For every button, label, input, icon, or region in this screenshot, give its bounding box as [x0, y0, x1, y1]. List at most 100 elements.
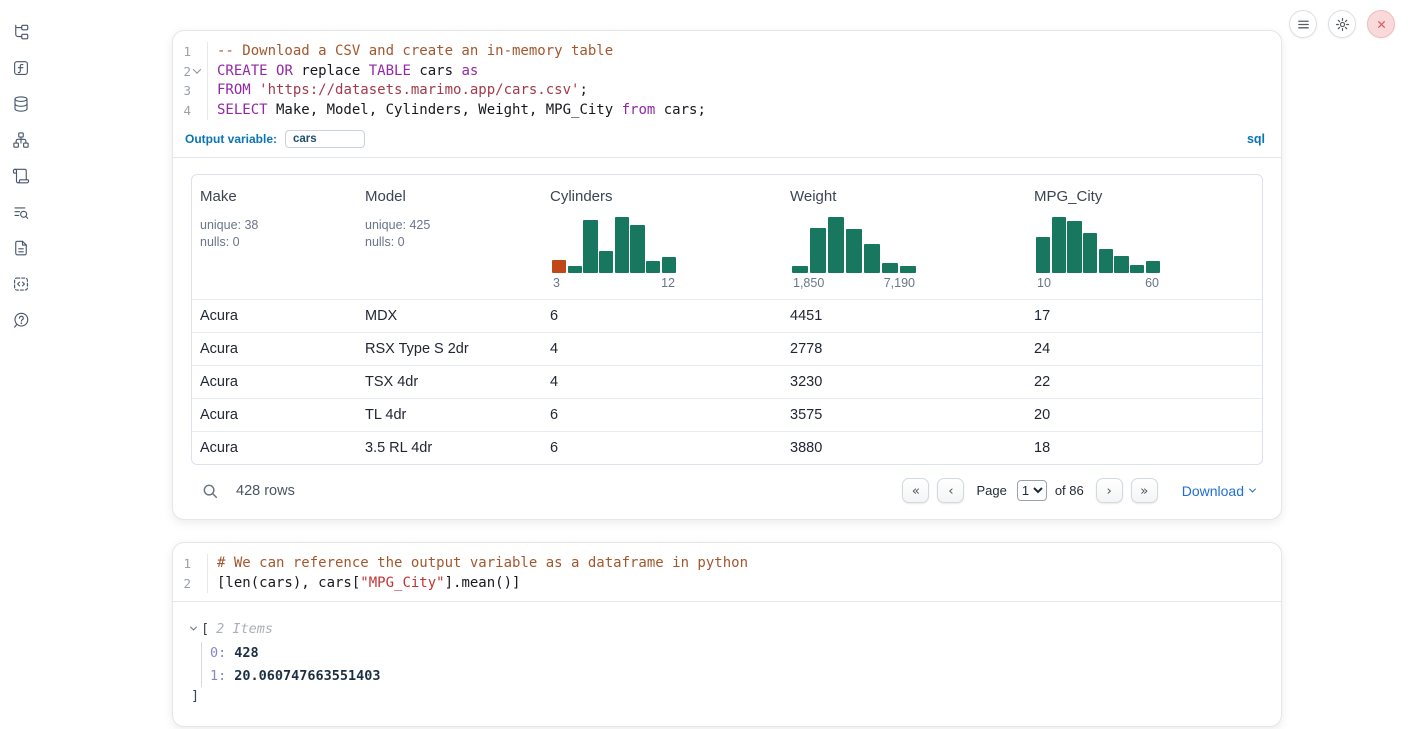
fold-chevron-icon[interactable]: [191, 68, 203, 74]
code-text: # We can reference the output variable a…: [217, 554, 748, 574]
line-number: 1: [173, 42, 191, 62]
table-column-header: Make unique: 38nulls: 0: [192, 175, 357, 299]
table-row: AcuraTL 4dr6357520: [192, 398, 1262, 431]
histogram-bar: [662, 257, 676, 273]
download-button[interactable]: Download: [1182, 483, 1255, 499]
scratchpad-icon[interactable]: [12, 167, 30, 185]
table-cell: 2778: [782, 341, 1026, 357]
notebook-area: 1 -- Download a CSV and create an in-memo…: [172, 0, 1282, 727]
menu-icon: [1296, 17, 1311, 32]
page-label: Page: [976, 483, 1006, 498]
histogram-bar: [583, 220, 597, 273]
help-icon[interactable]: [12, 311, 30, 329]
table-header: Make unique: 38nulls: 0 Model unique: 425 nu…: [192, 175, 1262, 299]
python-code-editor[interactable]: 1# We can reference the output variable …: [173, 543, 1281, 601]
menu-button[interactable]: [1289, 10, 1317, 38]
functions-icon[interactable]: [12, 59, 30, 77]
histogram-bar: [1083, 233, 1097, 273]
settings-button[interactable]: [1328, 10, 1356, 38]
last-page-button[interactable]: »: [1131, 478, 1158, 503]
output-variable-row: Output variable: sql: [173, 128, 1281, 158]
histogram-bar: [900, 266, 916, 273]
histogram-bar: [1130, 265, 1144, 273]
table-cell: 3575: [782, 407, 1026, 423]
column-stats: unique: 38nulls: 0: [200, 217, 349, 250]
code-text: -- Download a CSV and create an in-memor…: [217, 42, 613, 62]
shutdown-icon: [1375, 18, 1388, 31]
collapse-chevron-icon[interactable]: [191, 626, 196, 631]
previous-page-button[interactable]: ‹: [937, 478, 964, 503]
histogram-bar: [1146, 261, 1160, 273]
column-histogram: 1060: [1036, 217, 1160, 290]
line-number: 4: [173, 101, 191, 121]
column-name[interactable]: Model: [365, 188, 534, 205]
column-name[interactable]: MPG_City: [1034, 188, 1254, 205]
histogram-max-label: 7,190: [884, 276, 915, 290]
table-cell: 4451: [782, 308, 1026, 324]
table-cell: TSX 4dr: [357, 374, 542, 390]
settings-icon: [1335, 17, 1350, 32]
code-text: CREATE OR replace TABLE cars as: [217, 62, 478, 82]
file-tree-icon[interactable]: [12, 23, 30, 41]
datasources-icon[interactable]: [12, 95, 30, 113]
code-token: cars;: [655, 102, 706, 118]
code-text: FROM 'https://datasets.marimo.app/cars.c…: [217, 81, 588, 101]
column-stat: nulls: 0: [200, 234, 349, 251]
histogram-max-label: 60: [1145, 276, 1159, 290]
output-variable-label: Output variable:: [185, 132, 277, 146]
table-cell: MDX: [357, 308, 542, 324]
first-page-button[interactable]: «: [902, 478, 929, 503]
table-row: AcuraTSX 4dr4323022: [192, 365, 1262, 398]
histogram-bar: [1114, 256, 1128, 273]
page-select[interactable]: 1: [1017, 480, 1047, 501]
histogram-max-label: 12: [661, 276, 675, 290]
code-token: # We can reference the output variable a…: [217, 555, 748, 571]
window-actions: [1289, 10, 1395, 38]
column-stat: unique: 38: [200, 217, 349, 234]
histogram-bar: [1052, 217, 1066, 273]
tree-root: [ 2 Items: [191, 618, 1265, 639]
line-number: 2: [173, 62, 191, 82]
tree-entry-value: 428: [234, 645, 258, 661]
table-cell: 18: [1026, 440, 1262, 456]
data-table: Make unique: 38nulls: 0 Model unique: 425 nu…: [191, 174, 1263, 465]
code-token: replace: [293, 63, 369, 79]
column-name[interactable]: Make: [200, 188, 349, 205]
tree-entry: 0:428: [210, 642, 1265, 665]
histogram-bar: [552, 260, 566, 273]
code-line: 2 CREATE OR replace TABLE cars as: [173, 62, 1281, 82]
code-text: SELECT Make, Model, Cylinders, Weight, M…: [217, 101, 706, 121]
snippets-icon[interactable]: [12, 275, 30, 293]
code-token: as: [461, 63, 478, 79]
table-cell: Acura: [192, 308, 357, 324]
tree-entries: 0:4281:20.060747663551403: [201, 642, 1265, 687]
table-row: Acura3.5 RL 4dr6388018: [192, 431, 1262, 464]
code-token: CREATE: [217, 63, 268, 79]
table-cell: Acura: [192, 407, 357, 423]
line-number: 3: [173, 81, 191, 101]
python-cell: 1# We can reference the output variable …: [172, 542, 1282, 727]
next-page-button[interactable]: ›: [1096, 478, 1123, 503]
code-line: 1# We can reference the output variable …: [173, 554, 1281, 574]
code-token: 'https://datasets.marimo.app/cars.csv': [259, 82, 579, 98]
code-token: FROM: [217, 82, 251, 98]
column-name[interactable]: Cylinders: [550, 188, 774, 205]
search-icon[interactable]: [201, 481, 221, 501]
table-cell: 4: [542, 341, 782, 357]
table-cell: 6: [542, 407, 782, 423]
sql-code-editor[interactable]: 1 -- Download a CSV and create an in-memo…: [173, 31, 1281, 128]
code-line: 2[len(cars), cars["MPG_City"].mean()]: [173, 574, 1281, 594]
table-column-header: Modelunique: 425nulls: 0: [357, 175, 542, 299]
code-token: TABLE: [369, 63, 411, 79]
column-stat: unique: 425: [365, 217, 534, 234]
table-cell: 24: [1026, 341, 1262, 357]
shutdown-button[interactable]: [1367, 10, 1395, 38]
code-token: ].mean()]: [445, 575, 521, 591]
logs-icon[interactable]: [12, 203, 30, 221]
column-name[interactable]: Weight: [790, 188, 1018, 205]
output-variable-input[interactable]: [285, 130, 365, 148]
histogram-bar: [828, 217, 844, 273]
dependencies-icon[interactable]: [12, 131, 30, 149]
table-cell: Acura: [192, 374, 357, 390]
documentation-icon[interactable]: [12, 239, 30, 257]
